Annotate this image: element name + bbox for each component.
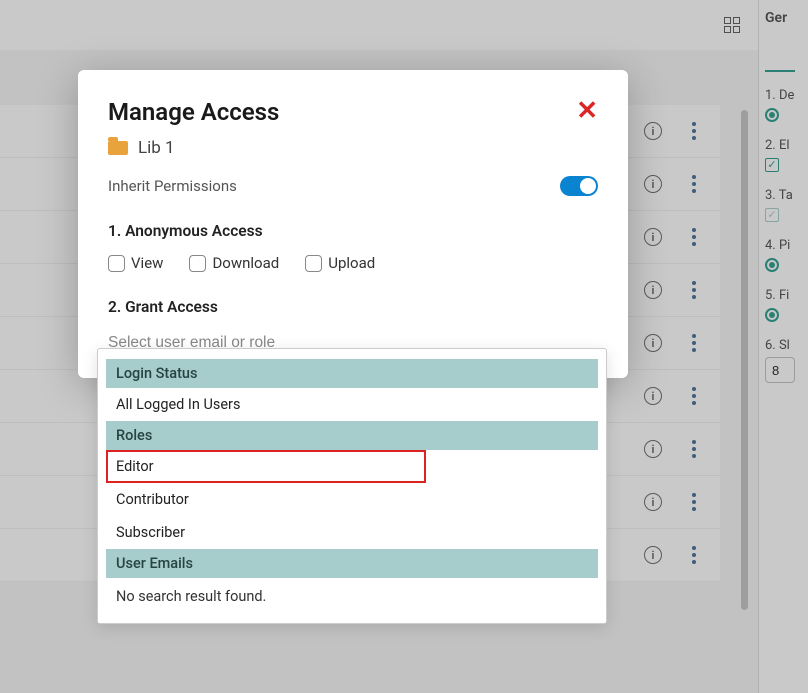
upload-label: Upload xyxy=(328,254,375,272)
dropdown-group-login-status: Login Status xyxy=(106,359,598,388)
anonymous-access-heading: 1. Anonymous Access xyxy=(108,222,598,240)
inherit-permissions-label: Inherit Permissions xyxy=(108,177,237,195)
download-label: Download xyxy=(212,254,279,272)
grant-access-heading: 2. Grant Access xyxy=(108,298,598,316)
modal-title: Manage Access xyxy=(108,98,279,126)
dropdown-item-editor[interactable]: Editor xyxy=(106,450,426,483)
download-checkbox[interactable] xyxy=(189,255,206,272)
view-checkbox[interactable] xyxy=(108,255,125,272)
dropdown-group-roles: Roles xyxy=(106,421,598,450)
dropdown-item-subscriber[interactable]: Subscriber xyxy=(106,516,598,549)
inherit-permissions-toggle[interactable] xyxy=(560,176,598,196)
folder-name: Lib 1 xyxy=(138,138,175,158)
upload-checkbox[interactable] xyxy=(305,255,322,272)
dropdown-group-user-emails: User Emails xyxy=(106,549,598,578)
folder-row: Lib 1 xyxy=(108,138,598,158)
folder-icon xyxy=(108,141,128,155)
dropdown-no-result: No search result found. xyxy=(106,578,598,605)
dropdown-item-contributor[interactable]: Contributor xyxy=(106,483,598,516)
user-role-dropdown: Login Status All Logged In Users Roles E… xyxy=(97,348,607,624)
close-icon[interactable]: ✕ xyxy=(576,98,598,124)
manage-access-modal: Manage Access ✕ Lib 1 Inherit Permission… xyxy=(78,70,628,378)
view-label: View xyxy=(131,254,163,272)
dropdown-item-all-logged-in[interactable]: All Logged In Users xyxy=(106,388,598,421)
